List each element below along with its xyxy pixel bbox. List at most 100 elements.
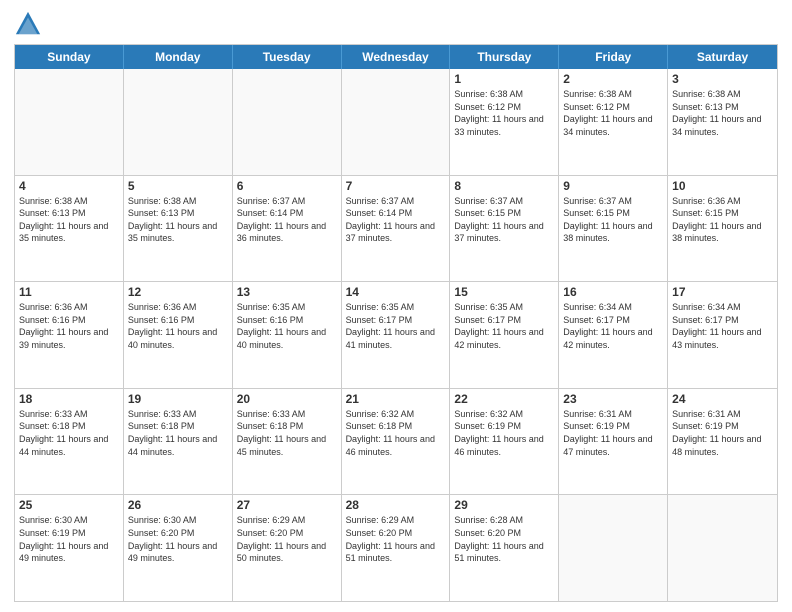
day-number: 16 xyxy=(563,285,663,299)
day-number: 25 xyxy=(19,498,119,512)
day-cell-15: 15Sunrise: 6:35 AM Sunset: 6:17 PM Dayli… xyxy=(450,282,559,388)
week-row-5: 25 Sunrise: 6:30 AM Sunset: 6:19 PM Dayli… xyxy=(15,494,777,601)
day-cell-2: 2 Sunrise: 6:38 AM Sunset: 6:12 PM Daylig… xyxy=(559,69,668,175)
day-number: 14 xyxy=(346,285,446,299)
day-number: 5 xyxy=(128,179,228,193)
header xyxy=(14,10,778,38)
day-number: 10 xyxy=(672,179,773,193)
header-day-saturday: Saturday xyxy=(668,45,777,69)
day-info: Sunrise: 6:34 AM Sunset: 6:17 PM Dayligh… xyxy=(672,301,773,351)
day-number: 20 xyxy=(237,392,337,406)
week-row-2: 4Sunrise: 6:38 AM Sunset: 6:13 PM Daylig… xyxy=(15,175,777,282)
day-cell-21: 21Sunrise: 6:32 AM Sunset: 6:18 PM Dayli… xyxy=(342,389,451,495)
day-info: Sunrise: 6:38 AM Sunset: 6:13 PM Dayligh… xyxy=(128,195,228,245)
day-info: Sunrise: 6:31 AM Sunset: 6:19 PM Dayligh… xyxy=(672,408,773,458)
empty-cell xyxy=(124,69,233,175)
header-day-friday: Friday xyxy=(559,45,668,69)
day-number: 19 xyxy=(128,392,228,406)
day-cell-7: 7 Sunrise: 6:37 AM Sunset: 6:14 PM Daylig… xyxy=(342,176,451,282)
day-info: Sunrise: 6:35 AM Sunset: 6:16 PM Dayligh… xyxy=(237,301,337,351)
day-cell-6: 6 Sunrise: 6:37 AM Sunset: 6:14 PM Daylig… xyxy=(233,176,342,282)
day-cell-5: 5 Sunrise: 6:38 AM Sunset: 6:13 PM Daylig… xyxy=(124,176,233,282)
day-info: Sunrise: 6:36 AM Sunset: 6:15 PM Dayligh… xyxy=(672,195,773,245)
day-number: 13 xyxy=(237,285,337,299)
calendar-body: 1 Sunrise: 6:38 AM Sunset: 6:12 PM Daylig… xyxy=(15,69,777,601)
day-info: Sunrise: 6:35 AM Sunset: 6:17 PM Dayligh… xyxy=(346,301,446,351)
day-number: 2 xyxy=(563,72,663,86)
empty-cell xyxy=(342,69,451,175)
empty-cell xyxy=(559,495,668,601)
day-info: Sunrise: 6:29 AM Sunset: 6:20 PM Dayligh… xyxy=(346,514,446,564)
empty-cell xyxy=(233,69,342,175)
day-number: 28 xyxy=(346,498,446,512)
day-number: 17 xyxy=(672,285,773,299)
day-cell-18: 18 Sunrise: 6:33 AM Sunset: 6:18 PM Dayli… xyxy=(15,389,124,495)
empty-cell xyxy=(668,495,777,601)
day-number: 12 xyxy=(128,285,228,299)
week-row-3: 11 Sunrise: 6:36 AM Sunset: 6:16 PM Dayli… xyxy=(15,281,777,388)
calendar-header: SundayMondayTuesdayWednesdayThursdayFrid… xyxy=(15,45,777,69)
day-cell-28: 28 Sunrise: 6:29 AM Sunset: 6:20 PM Dayli… xyxy=(342,495,451,601)
day-number: 22 xyxy=(454,392,554,406)
day-number: 11 xyxy=(19,285,119,299)
page: SundayMondayTuesdayWednesdayThursdayFrid… xyxy=(0,0,792,612)
day-cell-19: 19Sunrise: 6:33 AM Sunset: 6:18 PM Dayli… xyxy=(124,389,233,495)
day-cell-24: 24 Sunrise: 6:31 AM Sunset: 6:19 PM Dayli… xyxy=(668,389,777,495)
day-cell-1: 1 Sunrise: 6:38 AM Sunset: 6:12 PM Daylig… xyxy=(450,69,559,175)
day-cell-3: 3 Sunrise: 6:38 AM Sunset: 6:13 PM Daylig… xyxy=(668,69,777,175)
logo-icon xyxy=(14,10,42,38)
day-cell-27: 27Sunrise: 6:29 AM Sunset: 6:20 PM Dayli… xyxy=(233,495,342,601)
day-number: 23 xyxy=(563,392,663,406)
day-cell-8: 8Sunrise: 6:37 AM Sunset: 6:15 PM Daylig… xyxy=(450,176,559,282)
day-info: Sunrise: 6:37 AM Sunset: 6:14 PM Dayligh… xyxy=(237,195,337,245)
week-row-1: 1 Sunrise: 6:38 AM Sunset: 6:12 PM Daylig… xyxy=(15,69,777,175)
header-day-sunday: Sunday xyxy=(15,45,124,69)
day-cell-23: 23 Sunrise: 6:31 AM Sunset: 6:19 PM Dayli… xyxy=(559,389,668,495)
day-cell-26: 26Sunrise: 6:30 AM Sunset: 6:20 PM Dayli… xyxy=(124,495,233,601)
day-cell-20: 20 Sunrise: 6:33 AM Sunset: 6:18 PM Dayli… xyxy=(233,389,342,495)
day-info: Sunrise: 6:38 AM Sunset: 6:13 PM Dayligh… xyxy=(19,195,119,245)
day-info: Sunrise: 6:36 AM Sunset: 6:16 PM Dayligh… xyxy=(128,301,228,351)
day-number: 29 xyxy=(454,498,554,512)
day-cell-13: 13 Sunrise: 6:35 AM Sunset: 6:16 PM Dayli… xyxy=(233,282,342,388)
week-row-4: 18 Sunrise: 6:33 AM Sunset: 6:18 PM Dayli… xyxy=(15,388,777,495)
day-info: Sunrise: 6:33 AM Sunset: 6:18 PM Dayligh… xyxy=(237,408,337,458)
day-info: Sunrise: 6:28 AM Sunset: 6:20 PM Dayligh… xyxy=(454,514,554,564)
day-cell-14: 14 Sunrise: 6:35 AM Sunset: 6:17 PM Dayli… xyxy=(342,282,451,388)
day-info: Sunrise: 6:38 AM Sunset: 6:13 PM Dayligh… xyxy=(672,88,773,138)
header-day-wednesday: Wednesday xyxy=(342,45,451,69)
day-info: Sunrise: 6:36 AM Sunset: 6:16 PM Dayligh… xyxy=(19,301,119,351)
day-number: 9 xyxy=(563,179,663,193)
day-number: 21 xyxy=(346,392,446,406)
day-info: Sunrise: 6:37 AM Sunset: 6:14 PM Dayligh… xyxy=(346,195,446,245)
day-info: Sunrise: 6:29 AM Sunset: 6:20 PM Dayligh… xyxy=(237,514,337,564)
day-info: Sunrise: 6:37 AM Sunset: 6:15 PM Dayligh… xyxy=(454,195,554,245)
day-number: 1 xyxy=(454,72,554,86)
empty-cell xyxy=(15,69,124,175)
day-number: 18 xyxy=(19,392,119,406)
day-info: Sunrise: 6:38 AM Sunset: 6:12 PM Dayligh… xyxy=(563,88,663,138)
day-number: 26 xyxy=(128,498,228,512)
day-number: 7 xyxy=(346,179,446,193)
day-info: Sunrise: 6:38 AM Sunset: 6:12 PM Dayligh… xyxy=(454,88,554,138)
day-number: 6 xyxy=(237,179,337,193)
day-info: Sunrise: 6:34 AM Sunset: 6:17 PM Dayligh… xyxy=(563,301,663,351)
day-cell-22: 22 Sunrise: 6:32 AM Sunset: 6:19 PM Dayli… xyxy=(450,389,559,495)
header-day-monday: Monday xyxy=(124,45,233,69)
header-day-thursday: Thursday xyxy=(450,45,559,69)
day-number: 24 xyxy=(672,392,773,406)
header-day-tuesday: Tuesday xyxy=(233,45,342,69)
day-cell-9: 9 Sunrise: 6:37 AM Sunset: 6:15 PM Daylig… xyxy=(559,176,668,282)
logo xyxy=(14,10,46,38)
day-info: Sunrise: 6:33 AM Sunset: 6:18 PM Dayligh… xyxy=(19,408,119,458)
day-number: 3 xyxy=(672,72,773,86)
day-cell-11: 11 Sunrise: 6:36 AM Sunset: 6:16 PM Dayli… xyxy=(15,282,124,388)
day-info: Sunrise: 6:37 AM Sunset: 6:15 PM Dayligh… xyxy=(563,195,663,245)
day-cell-12: 12 Sunrise: 6:36 AM Sunset: 6:16 PM Dayli… xyxy=(124,282,233,388)
day-cell-10: 10 Sunrise: 6:36 AM Sunset: 6:15 PM Dayli… xyxy=(668,176,777,282)
day-cell-16: 16 Sunrise: 6:34 AM Sunset: 6:17 PM Dayli… xyxy=(559,282,668,388)
day-info: Sunrise: 6:32 AM Sunset: 6:19 PM Dayligh… xyxy=(454,408,554,458)
day-cell-29: 29 Sunrise: 6:28 AM Sunset: 6:20 PM Dayli… xyxy=(450,495,559,601)
day-info: Sunrise: 6:31 AM Sunset: 6:19 PM Dayligh… xyxy=(563,408,663,458)
day-info: Sunrise: 6:30 AM Sunset: 6:19 PM Dayligh… xyxy=(19,514,119,564)
